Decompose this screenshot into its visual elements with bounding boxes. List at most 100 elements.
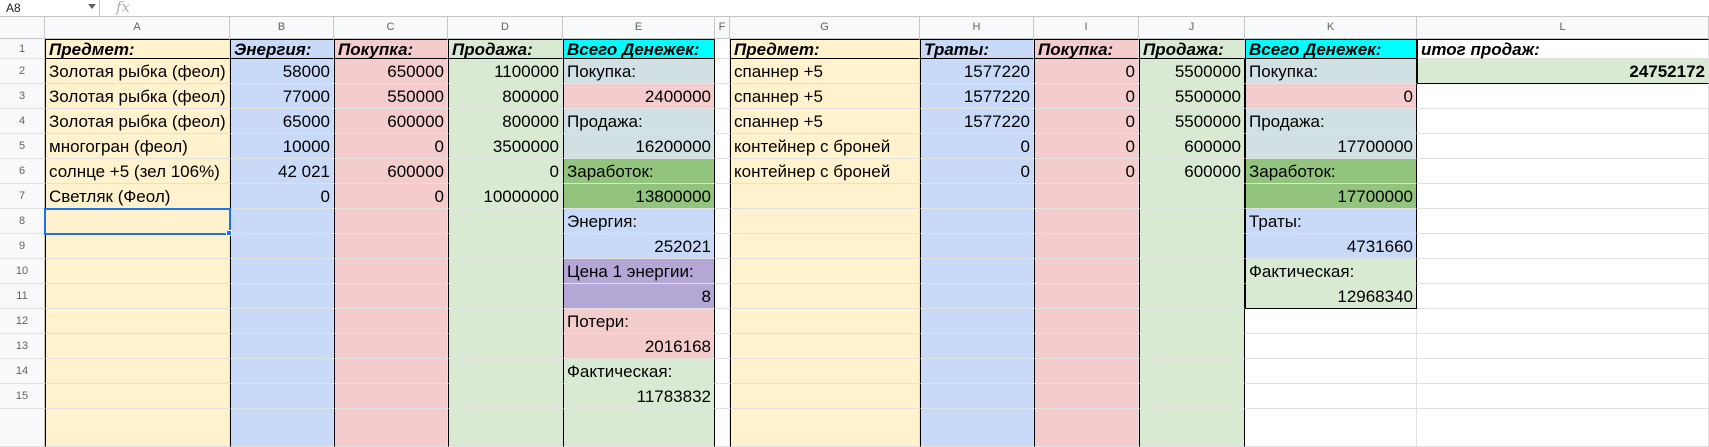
cell-empty[interactable] <box>1245 409 1417 447</box>
row-header-1[interactable]: 1 <box>0 39 45 59</box>
cell-empty[interactable] <box>334 359 448 384</box>
cell-empty[interactable] <box>1417 284 1709 309</box>
cell-sell[interactable]: 800000 <box>448 109 563 134</box>
cell-sell[interactable]: 10000000 <box>448 184 563 209</box>
cell-empty[interactable] <box>230 284 334 309</box>
cell-empty[interactable] <box>715 259 730 284</box>
cell-empty[interactable] <box>1245 334 1417 359</box>
cell-empty[interactable] <box>45 334 230 359</box>
cell-empty[interactable] <box>730 284 920 309</box>
cell-empty[interactable] <box>1034 409 1139 447</box>
column-header-g[interactable]: G <box>730 17 920 39</box>
cell-empty[interactable] <box>45 359 230 384</box>
row-header-7[interactable]: 7 <box>0 184 45 209</box>
cell-empty[interactable] <box>1417 209 1709 234</box>
cell-buy[interactable]: 0 <box>1034 159 1139 184</box>
cell-sell[interactable]: 5500000 <box>1139 109 1245 134</box>
cell-empty[interactable] <box>334 309 448 334</box>
cell-empty[interactable] <box>920 384 1034 409</box>
spreadsheet-grid[interactable]: A B C D E F G H I J K L 1 2 3 4 5 6 7 8 9 10 11 12 13 14 15 Предмет… <box>0 17 1709 447</box>
cell-empty[interactable] <box>1139 184 1245 209</box>
cell-empty[interactable] <box>1417 384 1709 409</box>
cell-empty[interactable] <box>45 259 230 284</box>
cell-empty[interactable] <box>1417 334 1709 359</box>
cell-sell[interactable]: 1100000 <box>448 59 563 84</box>
cell-empty[interactable] <box>1417 134 1709 159</box>
cell-empty[interactable] <box>1417 309 1709 334</box>
row-header-5[interactable]: 5 <box>0 134 45 159</box>
column-header-h[interactable]: H <box>920 17 1034 39</box>
cell-empty[interactable] <box>448 234 563 259</box>
row-header-13[interactable]: 13 <box>0 334 45 359</box>
column-header-j[interactable]: J <box>1139 17 1245 39</box>
cell-item[interactable]: контейнер с броней <box>730 134 920 159</box>
cell-buy[interactable]: 550000 <box>334 84 448 109</box>
cell-empty[interactable] <box>45 384 230 409</box>
cell-empty[interactable] <box>1139 334 1245 359</box>
cell-empty[interactable] <box>715 184 730 209</box>
cell-empty[interactable] <box>448 309 563 334</box>
cell-item[interactable]: Светляк (Феол) <box>45 184 230 209</box>
cell-empty[interactable] <box>1417 409 1709 447</box>
row-header-4[interactable]: 4 <box>0 109 45 134</box>
cell-empty[interactable] <box>715 209 730 234</box>
chevron-down-icon[interactable] <box>88 4 96 9</box>
cell-item[interactable]: спаннер +5 <box>730 84 920 109</box>
cell-empty[interactable] <box>45 409 230 447</box>
cell-empty[interactable] <box>920 334 1034 359</box>
cell-empty[interactable] <box>715 284 730 309</box>
cell-empty[interactable] <box>45 209 230 234</box>
cell-empty[interactable] <box>334 209 448 234</box>
cell-empty[interactable] <box>448 284 563 309</box>
cell-item[interactable]: спаннер +5 <box>730 59 920 84</box>
cell-empty[interactable] <box>1139 309 1245 334</box>
cell-buy[interactable]: 0 <box>1034 134 1139 159</box>
cell-empty[interactable] <box>715 334 730 359</box>
column-header-a[interactable]: A <box>45 17 230 39</box>
cell-empty[interactable] <box>1139 409 1245 447</box>
cell-empty[interactable] <box>1245 359 1417 384</box>
cell-empty[interactable] <box>715 384 730 409</box>
cell-empty[interactable] <box>1417 109 1709 134</box>
cell-empty[interactable] <box>230 309 334 334</box>
cell-empty[interactable] <box>715 309 730 334</box>
cell-empty[interactable] <box>45 309 230 334</box>
cell-sell[interactable]: 600000 <box>1139 134 1245 159</box>
cell-buy[interactable]: 600000 <box>334 159 448 184</box>
row-header-16[interactable] <box>0 409 45 447</box>
cell-empty[interactable] <box>920 359 1034 384</box>
cell-sell[interactable]: 800000 <box>448 84 563 109</box>
cell-empty[interactable] <box>1139 209 1245 234</box>
cell-spend[interactable]: 1577220 <box>920 84 1034 109</box>
cell-empty[interactable] <box>730 259 920 284</box>
cell-empty[interactable] <box>920 409 1034 447</box>
row-header-2[interactable]: 2 <box>0 59 45 84</box>
cell-energy[interactable]: 10000 <box>230 134 334 159</box>
cell-empty[interactable] <box>730 234 920 259</box>
cell-buy[interactable]: 650000 <box>334 59 448 84</box>
cell-empty[interactable] <box>715 109 730 134</box>
select-all-corner[interactable] <box>0 17 45 39</box>
cell-spend[interactable]: 0 <box>920 159 1034 184</box>
row-header-9[interactable]: 9 <box>0 234 45 259</box>
cell-buy[interactable]: 0 <box>334 184 448 209</box>
column-header-l[interactable]: L <box>1417 17 1709 39</box>
row-header-11[interactable]: 11 <box>0 284 45 309</box>
cell-empty[interactable] <box>1034 284 1139 309</box>
cell-empty[interactable] <box>920 234 1034 259</box>
column-header-b[interactable]: B <box>230 17 334 39</box>
cell-empty[interactable] <box>1139 384 1245 409</box>
cell-empty[interactable] <box>1034 209 1139 234</box>
row-header-3[interactable]: 3 <box>0 84 45 109</box>
cell-empty[interactable] <box>448 409 563 447</box>
cell-empty[interactable] <box>1034 234 1139 259</box>
cell-empty[interactable] <box>715 234 730 259</box>
cell-empty[interactable] <box>730 359 920 384</box>
cell-empty[interactable] <box>334 284 448 309</box>
cell-empty[interactable] <box>920 259 1034 284</box>
cell-empty[interactable] <box>1139 359 1245 384</box>
cell-empty[interactable] <box>448 209 563 234</box>
cell-empty[interactable] <box>1245 384 1417 409</box>
cell-empty[interactable] <box>1245 309 1417 334</box>
cell-empty[interactable] <box>1417 359 1709 384</box>
